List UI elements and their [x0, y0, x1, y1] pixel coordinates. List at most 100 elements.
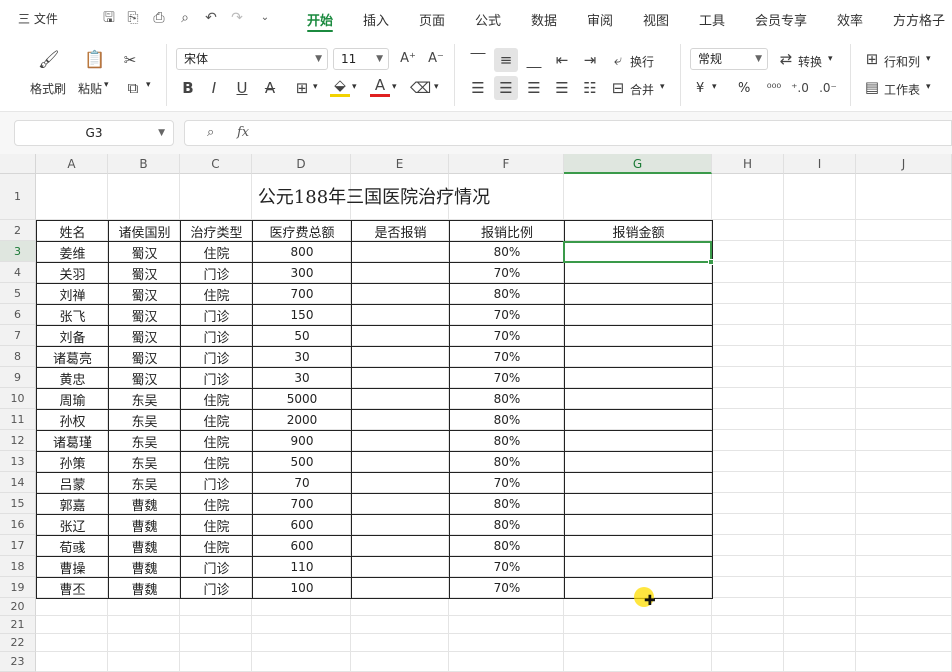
- number-format-select[interactable]: 常规 ▼: [690, 48, 768, 70]
- table-cell[interactable]: 700: [252, 493, 352, 515]
- table-cell[interactable]: [351, 430, 450, 452]
- redo-icon[interactable]: ↷: [228, 9, 246, 27]
- row-header-13[interactable]: 13: [0, 451, 36, 472]
- table-cell[interactable]: [564, 430, 713, 452]
- table-cell[interactable]: 900: [252, 430, 352, 452]
- table-cell[interactable]: [351, 388, 450, 410]
- fill-color-icon[interactable]: ⬙: [330, 76, 350, 97]
- merge-dropdown-icon[interactable]: ▾: [660, 82, 665, 92]
- row-header-16[interactable]: 16: [0, 514, 36, 535]
- table-cell[interactable]: [564, 283, 713, 305]
- table-cell[interactable]: 曹魏: [108, 577, 181, 599]
- table-cell[interactable]: [351, 346, 450, 368]
- table-cell[interactable]: 80%: [449, 388, 565, 410]
- table-cell[interactable]: 吕蒙: [36, 472, 109, 494]
- merge-cells-button[interactable]: 合并: [630, 81, 654, 98]
- table-cell[interactable]: 150: [252, 304, 352, 326]
- table-cell[interactable]: [564, 367, 713, 389]
- table-cell[interactable]: 30: [252, 346, 352, 368]
- tab-member[interactable]: 会员专享: [755, 10, 807, 29]
- row-header-20[interactable]: 20: [0, 598, 36, 616]
- table-cell[interactable]: [351, 451, 450, 473]
- bold-icon[interactable]: B: [178, 78, 198, 98]
- row-col-dropdown-icon[interactable]: ▾: [926, 54, 931, 64]
- column-header-cell[interactable]: 姓名: [36, 220, 109, 242]
- paste-dropdown-icon[interactable]: ▾: [104, 80, 109, 90]
- table-cell[interactable]: 30: [252, 367, 352, 389]
- table-cell[interactable]: 蜀汉: [108, 262, 181, 284]
- table-cell[interactable]: 门诊: [180, 472, 253, 494]
- print-icon[interactable]: ⎙: [150, 9, 168, 27]
- tab-home[interactable]: 开始: [307, 10, 333, 29]
- table-cell[interactable]: 70%: [449, 304, 565, 326]
- table-cell[interactable]: 70%: [449, 346, 565, 368]
- decrease-font-icon[interactable]: A⁻: [426, 49, 446, 69]
- table-cell[interactable]: 100: [252, 577, 352, 599]
- table-cell[interactable]: [351, 325, 450, 347]
- table-cell[interactable]: 70%: [449, 325, 565, 347]
- worksheet-button[interactable]: 工作表: [884, 81, 920, 98]
- column-header-cell[interactable]: 医疗费总额: [252, 220, 352, 242]
- table-cell[interactable]: [564, 472, 713, 494]
- table-cell[interactable]: 蜀汉: [108, 283, 181, 305]
- table-cell[interactable]: [564, 556, 713, 578]
- column-header-g[interactable]: G: [564, 154, 712, 174]
- table-cell[interactable]: 70%: [449, 472, 565, 494]
- table-cell[interactable]: [564, 451, 713, 473]
- file-menu[interactable]: 三 文件: [18, 10, 58, 27]
- table-cell[interactable]: 门诊: [180, 304, 253, 326]
- table-cell[interactable]: 住院: [180, 514, 253, 536]
- row-header-8[interactable]: 8: [0, 346, 36, 367]
- table-cell[interactable]: 住院: [180, 241, 253, 263]
- decrease-decimal-icon[interactable]: .0⁻: [818, 78, 838, 98]
- tab-tools[interactable]: 工具: [699, 10, 725, 29]
- tab-view[interactable]: 视图: [643, 10, 669, 29]
- paste-button[interactable]: 粘贴: [78, 80, 102, 97]
- table-cell[interactable]: 5000: [252, 388, 352, 410]
- table-cell[interactable]: 黄忠: [36, 367, 109, 389]
- currency-dropdown-icon[interactable]: ▾: [712, 82, 717, 92]
- table-cell[interactable]: 东吴: [108, 409, 181, 431]
- row-header-9[interactable]: 9: [0, 367, 36, 388]
- table-cell[interactable]: 门诊: [180, 556, 253, 578]
- increase-decimal-icon[interactable]: ⁺.0: [790, 78, 810, 98]
- decrease-indent-icon[interactable]: ⇤: [552, 50, 572, 70]
- increase-indent-icon[interactable]: ⇥: [580, 50, 600, 70]
- column-header-h[interactable]: H: [712, 154, 784, 174]
- table-cell[interactable]: 70%: [449, 367, 565, 389]
- row-header-22[interactable]: 22: [0, 634, 36, 652]
- column-header-cell[interactable]: 报销比例: [449, 220, 565, 242]
- align-right-icon[interactable]: ☰: [524, 78, 544, 98]
- align-middle-icon[interactable]: ≡: [496, 50, 516, 70]
- table-cell[interactable]: [351, 262, 450, 284]
- font-color-icon[interactable]: A: [370, 76, 390, 97]
- table-cell[interactable]: 80%: [449, 451, 565, 473]
- table-cell[interactable]: 住院: [180, 451, 253, 473]
- column-header-d[interactable]: D: [252, 154, 351, 174]
- font-name-select[interactable]: 宋体 ▼: [176, 48, 328, 70]
- table-cell[interactable]: 80%: [449, 409, 565, 431]
- table-cell[interactable]: [351, 241, 450, 263]
- table-cell[interactable]: 周瑜: [36, 388, 109, 410]
- table-cell[interactable]: 住院: [180, 430, 253, 452]
- table-cell[interactable]: 600: [252, 514, 352, 536]
- table-cell[interactable]: 门诊: [180, 346, 253, 368]
- table-cell[interactable]: 80%: [449, 241, 565, 263]
- table-cell[interactable]: [351, 409, 450, 431]
- table-cell[interactable]: [351, 493, 450, 515]
- table-cell[interactable]: 600: [252, 535, 352, 557]
- table-cell[interactable]: 东吴: [108, 472, 181, 494]
- table-cell[interactable]: 门诊: [180, 577, 253, 599]
- tab-page[interactable]: 页面: [419, 10, 445, 29]
- table-cell[interactable]: 东吴: [108, 388, 181, 410]
- row-header-19[interactable]: 19: [0, 577, 36, 598]
- align-left-icon[interactable]: ☰: [468, 78, 488, 98]
- row-header-7[interactable]: 7: [0, 325, 36, 346]
- border-dropdown-icon[interactable]: ▾: [313, 82, 318, 92]
- currency-icon[interactable]: ¥: [696, 81, 704, 96]
- italic-icon[interactable]: I: [204, 78, 224, 98]
- row-header-15[interactable]: 15: [0, 493, 36, 514]
- select-all-corner[interactable]: [0, 154, 36, 174]
- table-cell[interactable]: 70%: [449, 556, 565, 578]
- row-header-4[interactable]: 4: [0, 262, 36, 283]
